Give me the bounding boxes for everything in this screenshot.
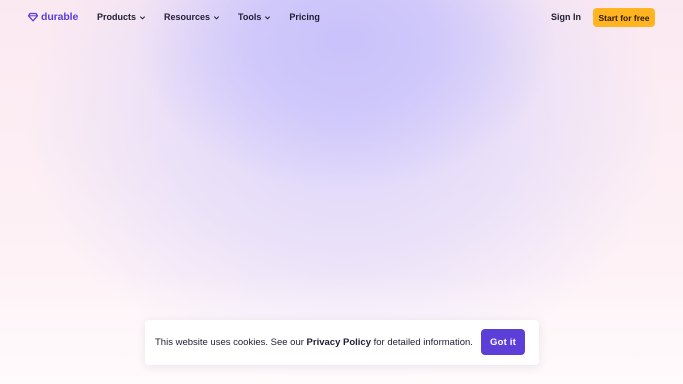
privacy-policy-link[interactable]: Privacy Policy (307, 337, 371, 348)
nav-item-label: Products (97, 12, 137, 22)
nav-item-resources[interactable]: Resources (164, 12, 220, 22)
nav-item-pricing[interactable]: Pricing (289, 12, 320, 22)
cookie-banner: This website uses cookies. See our Priva… (145, 320, 539, 365)
main-nav: Products Resources Tools Pricing (97, 12, 338, 22)
sign-in-link[interactable]: Sign In (551, 12, 581, 22)
chevron-down-icon (265, 15, 271, 20)
chevron-down-icon (213, 15, 220, 20)
brand-name: durable (41, 11, 79, 23)
cookie-text-before: This website uses cookies. See our (155, 337, 307, 348)
nav-item-products[interactable]: Products (97, 12, 146, 22)
nav-item-tools[interactable]: Tools (238, 12, 271, 22)
chevron-down-icon (139, 15, 146, 20)
diamond-logo-icon (28, 12, 38, 22)
top-navigation: durable Products Resources Tools Pricing… (0, 0, 683, 36)
nav-item-label: Tools (238, 12, 262, 22)
brand-logo[interactable]: durable (28, 11, 78, 23)
cookie-message: This website uses cookies. See our Priva… (155, 337, 473, 348)
got-it-button[interactable]: Got it (481, 329, 525, 355)
cookie-text-after: for detailed information. (370, 337, 473, 348)
start-for-free-button[interactable]: Start for free (593, 8, 655, 27)
nav-item-label: Pricing (289, 12, 320, 22)
nav-item-label: Resources (164, 12, 211, 22)
